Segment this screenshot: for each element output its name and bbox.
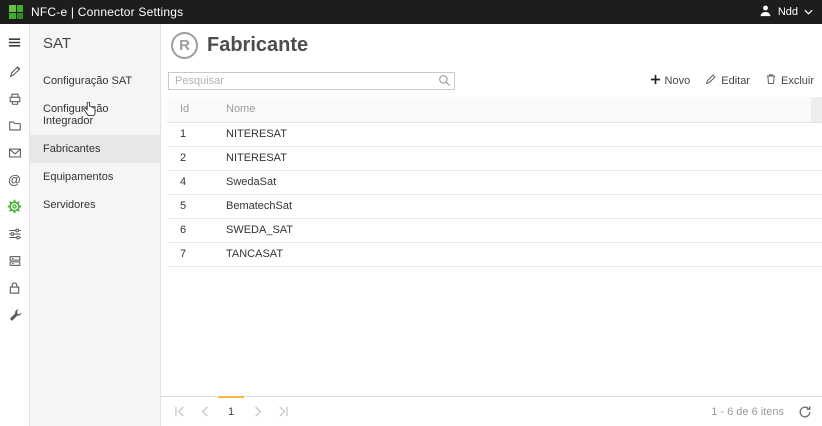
table-row[interactable]: 6 SWEDA_SAT	[167, 218, 822, 242]
icon-rail: @	[0, 24, 30, 426]
equipment-icon[interactable]	[0, 247, 30, 274]
mail-icon[interactable]	[0, 139, 30, 166]
topbar: NFC-e | Connector Settings Ndd	[0, 0, 822, 24]
main-panel: R Fabricante Novo	[161, 24, 822, 426]
table-row[interactable]: 5 BematechSat	[167, 194, 822, 218]
sidebar-item-equipamentos[interactable]: Equipamentos	[30, 163, 160, 191]
table-row[interactable]: 2 NITERESAT	[167, 146, 822, 170]
pen-icon[interactable]	[0, 58, 30, 85]
app-title: NFC-e | Connector Settings	[31, 5, 183, 19]
table-row[interactable]: 1 NITERESAT	[167, 122, 822, 146]
sidebar-item-servidores[interactable]: Servidores	[30, 191, 160, 219]
menu-icon[interactable]	[0, 29, 30, 56]
content-shell: @	[0, 24, 822, 426]
plus-icon	[650, 74, 661, 88]
app-window: NFC-e | Connector Settings Ndd	[0, 0, 822, 426]
page-header: R Fabricante	[161, 24, 822, 64]
table-row[interactable]: 4 SwedaSat	[167, 170, 822, 194]
column-header-nome[interactable]: Nome	[213, 97, 811, 122]
controls-row: Novo Editar Excluir	[168, 71, 814, 90]
search-icon[interactable]	[438, 74, 451, 92]
pager: 1 1 - 6 de 6 itens	[161, 396, 822, 426]
sidebar: SAT Configuração SAT Configuração Integr…	[30, 24, 161, 426]
sidebar-title: SAT	[30, 24, 160, 67]
sidebar-item-fabricantes[interactable]: Fabricantes	[30, 135, 160, 163]
user-name: Ndd	[778, 6, 798, 18]
app-logo-icon	[9, 5, 23, 19]
brand-logo: R	[171, 32, 198, 59]
user-menu[interactable]: Ndd	[759, 4, 813, 20]
pager-first-button[interactable]	[166, 397, 192, 426]
refresh-icon[interactable]	[798, 405, 812, 419]
page-title: Fabricante	[207, 34, 308, 57]
user-icon	[759, 4, 772, 20]
folder-icon[interactable]	[0, 112, 30, 139]
pencil-icon	[705, 73, 717, 88]
trash-icon	[765, 73, 777, 88]
table-row[interactable]: 7 TANCASAT	[167, 242, 822, 266]
grid-header-row: Id Nome	[167, 97, 822, 122]
new-button[interactable]: Novo	[650, 74, 691, 88]
pager-next-button[interactable]	[244, 397, 270, 426]
pager-page-1[interactable]: 1	[218, 396, 244, 426]
delete-button[interactable]: Excluir	[765, 73, 814, 88]
search-input[interactable]	[168, 72, 455, 90]
sidebar-item-configuracao-integrador[interactable]: Configuração Integrador	[30, 95, 160, 135]
wrench-icon[interactable]	[0, 301, 30, 328]
grid-toolbar: Novo Editar Excluir	[650, 73, 814, 88]
at-sign-icon[interactable]: @	[0, 166, 30, 193]
gear-icon[interactable]	[0, 193, 30, 220]
pager-last-button[interactable]	[270, 397, 296, 426]
pager-info: 1 - 6 de 6 itens	[711, 406, 784, 418]
pager-right: 1 - 6 de 6 itens	[711, 397, 812, 426]
edit-button[interactable]: Editar	[705, 73, 750, 88]
lock-icon[interactable]	[0, 274, 30, 301]
sliders-icon[interactable]	[0, 220, 30, 247]
search-box	[168, 71, 455, 90]
scrollbar-spacer	[811, 97, 822, 122]
chevron-down-icon	[804, 6, 813, 18]
pager-previous-button[interactable]	[192, 397, 218, 426]
sidebar-item-configuracao-sat[interactable]: Configuração SAT	[30, 67, 160, 95]
printer-icon[interactable]	[0, 85, 30, 112]
column-header-id[interactable]: Id	[167, 97, 213, 122]
data-grid: Id Nome 1 NITERESAT 2 NITE	[167, 97, 822, 396]
